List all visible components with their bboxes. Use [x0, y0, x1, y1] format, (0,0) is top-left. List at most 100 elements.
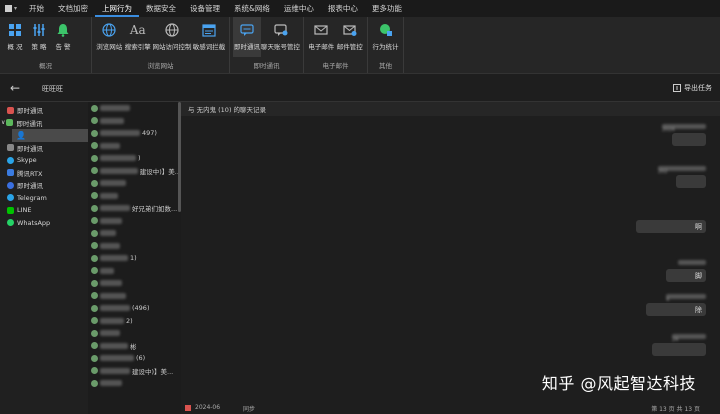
contact-row[interactable] [88, 215, 181, 228]
im-app-icon [7, 106, 14, 114]
message-bubble [672, 133, 706, 146]
sync-label[interactable]: 同步 [243, 404, 255, 413]
app-logo-icon [4, 5, 12, 12]
contact-name-redacted [100, 330, 120, 337]
dashboard-icon [7, 22, 23, 38]
tree-item-account-selected[interactable]: 👤 [12, 129, 92, 142]
group-label: 概况 [39, 62, 52, 70]
content-header: ← 旺旺旺 导出任务 [0, 78, 720, 100]
tool-label: 邮件管控 [336, 43, 363, 51]
contact-row[interactable] [88, 177, 181, 190]
font-aa-icon: Aa [129, 23, 146, 37]
contact-row[interactable] [88, 227, 181, 240]
contact-row[interactable]: 建设中)】美... [88, 365, 181, 378]
contact-name-redacted [100, 280, 122, 287]
tool-label: 告 警 [55, 43, 71, 51]
bell-icon [55, 22, 71, 38]
behavior-stats-button[interactable]: 行为统计 [371, 17, 400, 57]
contact-row[interactable] [88, 240, 181, 253]
menu-start[interactable]: 开始 [22, 0, 51, 17]
contact-row[interactable]: 好兄弟们如数... [88, 202, 181, 215]
contact-row[interactable]: 彬 [88, 340, 181, 353]
calendar-icon[interactable] [185, 405, 191, 411]
contact-row[interactable] [88, 102, 181, 115]
contact-row[interactable]: (496) [88, 302, 181, 315]
contact-row[interactable]: 建设中)】美... [88, 165, 181, 178]
contact-avatar-icon [91, 317, 98, 325]
contact-name-redacted [100, 292, 126, 299]
tree-item-skype[interactable]: Skype [0, 154, 88, 167]
contact-row[interactable] [88, 377, 181, 390]
browse-websites-button[interactable]: 浏览网站 [95, 17, 124, 57]
tree-item-whatsapp[interactable]: WhatsApp [0, 217, 88, 230]
contact-name-redacted [100, 355, 134, 362]
menu-device-management[interactable]: 设备管理 [183, 0, 227, 17]
message-bubble [652, 343, 706, 356]
mail-gear-icon [342, 22, 358, 38]
contact-row[interactable]: 2) [88, 315, 181, 328]
back-arrow-icon[interactable]: ← [10, 81, 20, 95]
tool-label: 聊天账号管控 [261, 43, 300, 51]
contact-name-suffix: 好兄弟们如数... [132, 205, 178, 214]
ribbon-group-browsing: 浏览网站 Aa 搜索引擎 网站访问控制 敏感词拦截 浏览网站 [92, 17, 230, 73]
watermark-text: 知乎 @风起智达科技 [541, 374, 696, 393]
contact-row[interactable]: 1) [88, 252, 181, 265]
menu-system-network[interactable]: 系统&网络 [227, 0, 277, 17]
alert-button[interactable]: 告 警 [51, 17, 75, 57]
export-task-button[interactable]: 导出任务 [673, 83, 712, 93]
search-engine-button[interactable]: Aa 搜索引擎 [124, 17, 153, 57]
menu-ops-center[interactable]: 运维中心 [277, 0, 321, 17]
tree-item-rtx[interactable]: 腾讯RTX [0, 167, 88, 180]
chevron-down-icon[interactable]: ∨ [1, 119, 5, 126]
contact-avatar-icon [91, 179, 98, 187]
tool-label: 搜索引擎 [124, 43, 151, 51]
tree-item-im-1[interactable]: 即时通讯 [0, 104, 88, 117]
tree-item-im-4[interactable]: 即时通讯 [0, 179, 88, 192]
menu-report-center[interactable]: 报表中心 [321, 0, 365, 17]
tree-item-im-3[interactable]: 即时通讯 [0, 142, 88, 155]
contact-avatar-icon [91, 267, 98, 275]
contact-name-redacted [100, 255, 128, 262]
overview-button[interactable]: 概 况 [3, 17, 27, 57]
contact-row[interactable] [88, 277, 181, 290]
sensitive-word-block-button[interactable]: 敏感词拦截 [192, 17, 226, 57]
message-bubble: 啊 [636, 220, 706, 233]
menu-more[interactable]: 更多功能 [365, 0, 409, 17]
tree-item-label: 腾讯RTX [17, 169, 43, 178]
tree-item-im-2[interactable]: ∨ 即时通讯 [0, 117, 88, 130]
contact-row[interactable] [88, 290, 181, 303]
instant-messaging-button[interactable]: 即时通讯 [233, 17, 261, 57]
chat-gear-icon [273, 22, 289, 38]
group-label: 其他 [379, 62, 392, 70]
website-access-control-button[interactable]: 网站访问控制 [152, 17, 192, 57]
policy-button[interactable]: 策 略 [27, 17, 51, 57]
contact-avatar-icon [91, 329, 98, 337]
chevron-down-icon: ▾ [13, 5, 17, 12]
tool-label: 即时通讯 [234, 43, 260, 51]
contact-row[interactable] [88, 327, 181, 340]
message-timestamp: 202 [658, 166, 706, 175]
ribbon-toolbar: 概 况 策 略 告 警 概况 浏览网站 Aa 搜索引擎 网站访问控制 敏感词拦截… [0, 17, 720, 74]
chat-account-control-button[interactable]: 聊天账号管控 [261, 17, 300, 57]
contact-row[interactable] [88, 265, 181, 278]
tree-item-label: 即时通讯 [16, 119, 43, 128]
menu-data-security[interactable]: 数据安全 [139, 0, 183, 17]
contact-row[interactable] [88, 190, 181, 203]
contact-avatar-icon [91, 204, 98, 212]
contact-row[interactable]: (6) [88, 352, 181, 365]
menu-doc-encrypt[interactable]: 文档加密 [51, 0, 95, 17]
tree-item-label: 即时通讯 [17, 107, 43, 116]
contact-row[interactable] [88, 140, 181, 153]
email-button[interactable]: 电子邮件 [307, 17, 336, 57]
app-menu-button[interactable]: ▾ [0, 0, 22, 17]
menu-internet-behavior[interactable]: 上网行为 [95, 0, 139, 17]
contact-row[interactable]: ) [88, 152, 181, 165]
tree-item-line[interactable]: LINE [0, 204, 88, 217]
email-control-button[interactable]: 邮件管控 [336, 17, 365, 57]
ribbon-group-other: 行为统计 其他 [368, 17, 404, 73]
tree-item-telegram[interactable]: Telegram [0, 192, 88, 205]
contact-name-suffix: 497) [142, 129, 157, 138]
footer-date[interactable]: 2024-06 [195, 404, 220, 411]
contact-row[interactable]: 497) [88, 127, 181, 140]
contact-row[interactable] [88, 115, 181, 128]
